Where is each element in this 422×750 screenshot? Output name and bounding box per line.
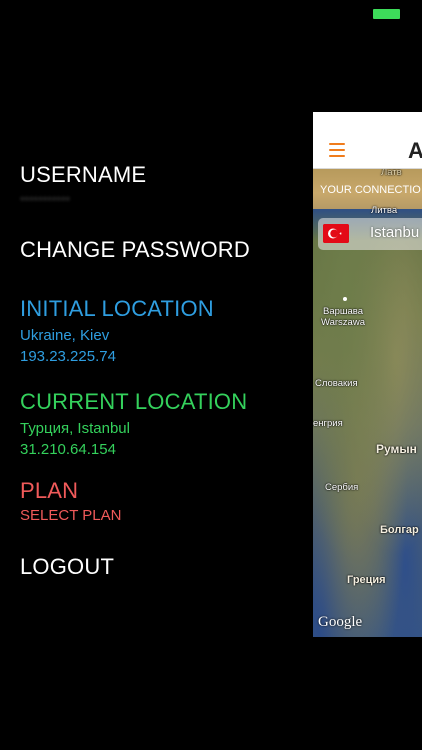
app-top-bar: A [313,112,422,169]
logout-menu-item[interactable]: LOGOUT [20,554,114,580]
map-label-latvia: Латв [381,169,402,178]
location-chip-city: Istanbu [370,224,420,241]
app-title: A [408,138,422,163]
turkey-flag-icon [323,224,349,243]
map-view[interactable]: Латв YOUR CONNECTIO Литва Istanbu Варшав… [313,169,422,637]
initial-location-place: Ukraine, Kiev [20,327,110,344]
hamburger-icon[interactable] [329,143,345,157]
username-menu-item[interactable]: USERNAME [20,162,146,188]
google-logo: Google [318,614,363,630]
warsaw-dot [343,297,347,301]
map-label-warsaw-ru: Варшава [323,306,364,317]
map-label-lithuania: Литва [371,205,398,216]
plan-title: PLAN [20,478,79,503]
map-label-slovakia: Словакия [315,378,358,389]
current-location-section[interactable]: CURRENT LOCATION Турция, Istanbul 31.210… [20,389,247,460]
map-label-warsaw: Warszawa [321,317,365,328]
initial-location-title: INITIAL LOCATION [20,296,214,321]
plan-section[interactable]: PLAN SELECT PLAN [20,478,121,526]
map-label-bulgaria: Болгар [380,524,419,536]
connection-banner: YOUR CONNECTIO [320,184,421,196]
battery-icon [373,9,400,19]
initial-location-section[interactable]: INITIAL LOCATION Ukraine, Kiev 193.23.22… [20,296,214,367]
location-chip[interactable]: Istanbu [318,218,422,250]
app-screen: USERNAME ••••••••••• CHANGE PASSWORD INI… [0,0,422,750]
current-location-title: CURRENT LOCATION [20,389,248,414]
username-value: ••••••••••• [20,191,71,206]
select-plan-link[interactable]: SELECT PLAN [20,505,121,526]
map-label-hungary: енгрия [313,418,343,429]
map-label-greece: Греция [347,574,386,586]
map-label-serbia: Сербия [325,482,359,493]
initial-location-ip: 193.23.225.74 [20,348,116,365]
current-location-place: Турция, Istanbul [20,420,130,437]
change-password-menu-item[interactable]: CHANGE PASSWORD [20,237,250,263]
map-label-romania: Румын [376,442,417,456]
current-location-ip: 31.210.64.154 [20,441,116,458]
main-app-panel[interactable]: A Латв YOUR CONNECTIO Литва Istanbu Варш… [313,112,422,637]
